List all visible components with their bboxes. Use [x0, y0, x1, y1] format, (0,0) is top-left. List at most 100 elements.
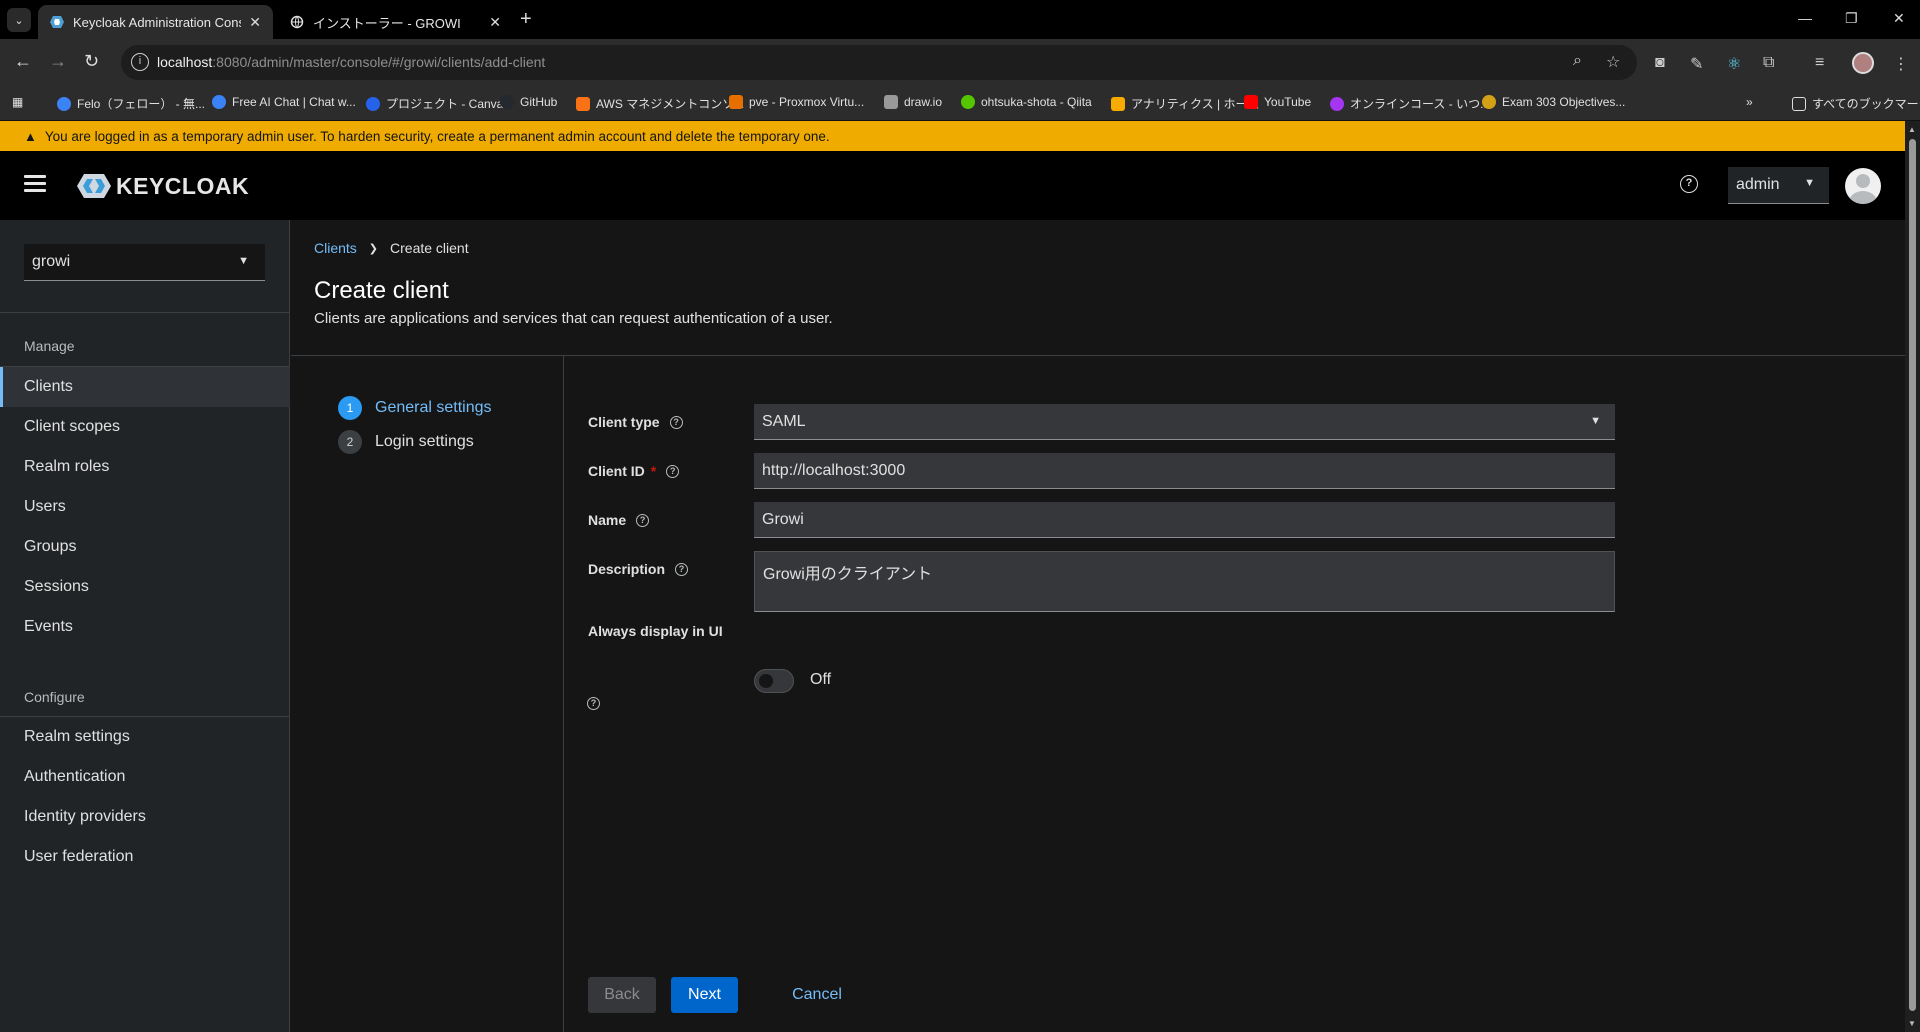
client-type-value: SAML — [762, 413, 806, 430]
new-tab-button[interactable]: + — [520, 8, 532, 31]
help-icon[interactable]: ? — [675, 562, 689, 576]
sidebar-item-client-scopes[interactable]: Client scopes — [0, 407, 290, 447]
client-id-input[interactable]: http://localhost:3000 — [754, 453, 1615, 489]
help-icon[interactable]: ? — [666, 464, 680, 478]
bookmark-free-ai-chat[interactable]: Free AI Chat | Chat w... — [212, 95, 356, 109]
bookmark-proxmox[interactable]: pve - Proxmox Virtu... — [729, 95, 864, 109]
sidebar-item-events[interactable]: Events — [0, 607, 290, 647]
bookmark-github[interactable]: GitHub — [500, 95, 557, 109]
zoom-icon[interactable]: ⌕ — [1573, 52, 1582, 70]
realm-selector[interactable]: growi ▼ — [24, 244, 265, 281]
aws-icon — [576, 96, 590, 111]
bookmark-qiita[interactable]: ohtsuka-shota - Qiita — [961, 95, 1092, 109]
main-content: Clients ❯ Create client Create client Cl… — [291, 220, 1905, 1032]
help-icon[interactable]: ? — [587, 697, 600, 710]
restore-icon[interactable]: ❐ — [1845, 10, 1858, 27]
step-number: 2 — [338, 430, 362, 454]
bookmark-felo[interactable]: Felo（フェロー） - 無... — [57, 95, 205, 112]
bookmark-canva[interactable]: プロジェクト - Canva — [366, 95, 503, 112]
address-bar[interactable]: i localhost:8080/admin/master/console/#/… — [121, 45, 1637, 80]
back-icon[interactable]: ← — [14, 51, 32, 72]
wizard-step-general-settings[interactable]: 1 General settings — [338, 396, 492, 420]
apps-icon[interactable]: ▦ — [12, 95, 23, 109]
bookmark-drawio[interactable]: draw.io — [884, 95, 942, 109]
forward-icon[interactable]: → — [49, 51, 67, 72]
always-display-label: Always display in UI — [588, 623, 723, 639]
sidebar-item-authentication[interactable]: Authentication — [0, 757, 290, 797]
browser-toolbar: ← → ↻ i localhost:8080/admin/master/cons… — [0, 39, 1920, 87]
sidebar-item-user-federation[interactable]: User federation — [0, 837, 290, 877]
scroll-down-icon[interactable]: ▼ — [1908, 1019, 1916, 1028]
eyedropper-icon[interactable]: ✎ — [1690, 54, 1703, 74]
sidebar-item-identity-providers[interactable]: Identity providers — [0, 797, 290, 837]
site-info-icon[interactable]: i — [131, 53, 149, 71]
cancel-button[interactable]: Cancel — [784, 977, 850, 1013]
hamburger-menu-icon[interactable] — [24, 175, 46, 193]
user-avatar[interactable] — [1845, 168, 1881, 204]
camera-icon[interactable]: ◙ — [1655, 54, 1665, 72]
realm-name: growi — [32, 253, 71, 270]
sidebar-item-sessions[interactable]: Sessions — [0, 567, 290, 607]
browser-tab-keycloak[interactable]: Keycloak Administration Consol ✕ — [38, 5, 273, 39]
react-devtools-icon[interactable]: ⚛ — [1727, 54, 1741, 74]
description-textarea[interactable]: Growi用のクライアント — [754, 551, 1615, 612]
divider — [0, 312, 290, 313]
canva-icon — [366, 96, 380, 111]
help-icon[interactable]: ? — [1680, 175, 1698, 193]
description-label: Description ? — [588, 561, 689, 577]
bookmark-analytics[interactable]: アナリティクス | ホーム — [1111, 95, 1259, 112]
chrome-menu-icon[interactable]: ⋮ — [1893, 54, 1909, 74]
page-scrollbar[interactable]: ▲ ▼ — [1905, 121, 1920, 1032]
media-control-icon[interactable]: ≡ — [1815, 54, 1824, 72]
page-description: Clients are applications and services th… — [314, 310, 833, 327]
sidebar-item-groups[interactable]: Groups — [0, 527, 290, 567]
sidebar-item-clients[interactable]: Clients — [0, 367, 290, 407]
reload-icon[interactable]: ↻ — [84, 51, 99, 72]
keycloak-logo[interactable]: KEYCLOAK — [76, 172, 249, 200]
name-input[interactable]: Growi — [754, 502, 1615, 538]
close-tab-icon[interactable]: ✕ — [249, 14, 261, 31]
tab-search-button[interactable]: ⌄ — [7, 8, 31, 32]
bookmark-youtube[interactable]: YouTube — [1244, 95, 1311, 109]
globe-icon — [290, 15, 304, 29]
wizard-step-login-settings[interactable]: 2 Login settings — [338, 430, 474, 454]
chat-icon — [212, 95, 226, 109]
tab-title: Keycloak Administration Consol — [73, 14, 242, 30]
sidebar-nav: growi ▼ Manage Clients Client scopes Rea… — [0, 220, 290, 1032]
browser-tab-growi[interactable]: インストーラー - GROWI ✕ — [278, 5, 513, 39]
breadcrumb-clients-link[interactable]: Clients — [314, 240, 357, 256]
url-text[interactable]: localhost:8080/admin/master/console/#/gr… — [157, 54, 545, 70]
caret-down-icon: ▼ — [1590, 415, 1601, 427]
minimize-icon[interactable]: — — [1798, 10, 1812, 26]
next-button[interactable]: Next — [671, 977, 738, 1013]
sidebar-item-realm-roles[interactable]: Realm roles — [0, 447, 290, 487]
all-bookmarks-folder[interactable]: すべてのブックマーク — [1792, 95, 1920, 112]
help-icon[interactable]: ? — [669, 415, 683, 429]
user-dropdown[interactable]: admin ▼ — [1728, 167, 1829, 204]
caret-down-icon: ▼ — [1804, 177, 1815, 189]
more-bookmarks-icon[interactable]: » — [1746, 95, 1753, 109]
sidebar-item-realm-settings[interactable]: Realm settings — [0, 717, 290, 757]
breadcrumb-current: Create client — [390, 240, 469, 256]
bookmark-udemy[interactable]: オンラインコース - いつ... — [1330, 95, 1490, 112]
help-icon[interactable]: ? — [636, 513, 650, 527]
scroll-up-icon[interactable]: ▲ — [1908, 125, 1916, 134]
keycloak-favicon-icon — [50, 16, 64, 28]
close-tab-icon[interactable]: ✕ — [489, 14, 501, 31]
client-type-select[interactable]: SAML ▼ — [754, 404, 1615, 440]
sidebar-item-users[interactable]: Users — [0, 487, 290, 527]
profile-avatar[interactable] — [1852, 52, 1874, 74]
drawio-icon — [884, 95, 898, 109]
always-display-toggle[interactable] — [754, 669, 794, 693]
bookmark-aws[interactable]: AWS マネジメントコンソ... — [576, 95, 744, 112]
bookmarks-bar: ▦ Felo（フェロー） - 無... Free AI Chat | Chat … — [0, 87, 1920, 121]
page-title: Create client — [314, 277, 449, 304]
scrollbar-thumb[interactable] — [1909, 139, 1916, 1011]
bookmark-exam-303[interactable]: Exam 303 Objectives... — [1482, 95, 1625, 109]
extensions-icon[interactable]: ⧉ — [1763, 54, 1774, 72]
back-button[interactable]: Back — [588, 977, 656, 1013]
step-label: Login settings — [375, 433, 474, 450]
close-window-icon[interactable]: ✕ — [1893, 10, 1905, 27]
bookmark-star-icon[interactable]: ☆ — [1606, 52, 1620, 72]
temporary-admin-banner: ▲ You are logged in as a temporary admin… — [0, 121, 1905, 151]
